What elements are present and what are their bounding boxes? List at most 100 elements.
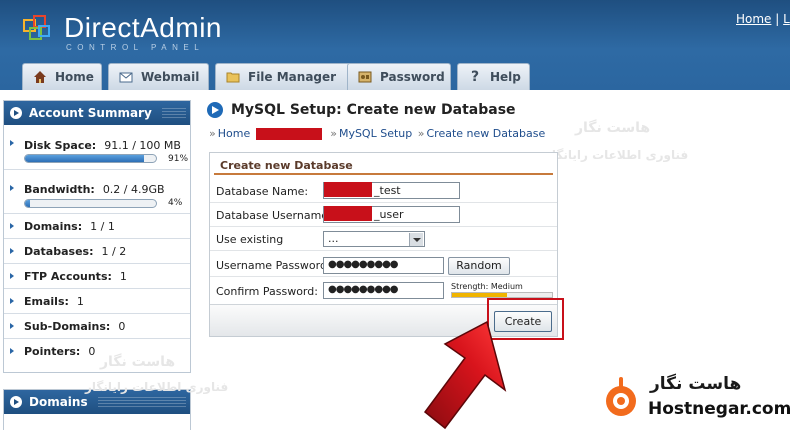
row-database-username: Database Username: _user: [210, 203, 557, 227]
bullet-icon: [10, 348, 14, 354]
sub-domains-label: Sub-Domains:: [24, 320, 111, 333]
envelope-icon: [119, 72, 133, 83]
pointers-value: 0: [88, 345, 96, 358]
summary-databases[interactable]: Databases: 1 / 2: [4, 238, 190, 263]
hostnegar-brand: هاست نگار Hostnegar.com: [598, 372, 790, 424]
username-password-input[interactable]: ●●●●●●●●●: [323, 257, 444, 274]
emails-value: 1: [76, 295, 84, 308]
domains-panel: Domains: [3, 389, 191, 430]
top-links: Home | L: [736, 12, 790, 26]
key-icon: [358, 71, 372, 83]
chevron-down-icon: [409, 233, 423, 246]
summary-ftp-accounts[interactable]: FTP Accounts: 1: [4, 263, 190, 288]
bullet-icon: [10, 140, 14, 146]
watermark-name: هاست نگار: [575, 120, 651, 136]
tab-file-manager-label: File Manager: [248, 70, 337, 84]
databases-value: 1 / 2: [101, 245, 127, 258]
logo-subtitle: CONTROL PANEL: [66, 43, 205, 52]
top-link-logout[interactable]: L: [783, 12, 790, 26]
account-summary-title: Account Summary: [29, 106, 152, 120]
sub-domains-value: 0: [118, 320, 126, 333]
username-password-value: ●●●●●●●●●: [328, 259, 399, 270]
breadcrumb-create[interactable]: Create new Database: [426, 127, 545, 140]
hostnegar-logo-icon: [606, 377, 636, 416]
random-button[interactable]: Random: [448, 257, 510, 275]
tab-password-label: Password: [380, 70, 445, 84]
confirm-password-label: Confirm Password:: [216, 285, 318, 298]
bullet-icon: [10, 323, 14, 329]
page-title-text: MySQL Setup: Create new Database: [231, 102, 516, 118]
confirm-password-value: ●●●●●●●●●: [328, 284, 399, 295]
header-stripes: [161, 108, 186, 118]
brand-name-persian: هاست نگار: [650, 374, 742, 394]
tab-webmail-label: Webmail: [141, 70, 200, 84]
confirm-password-input[interactable]: ●●●●●●●●●: [323, 282, 444, 299]
watermark-tagline: فناوری اطلاعات رایانگار: [545, 148, 689, 162]
username-password-label: Username Password:: [216, 259, 331, 272]
use-existing-label: Use existing: [216, 233, 284, 246]
brand-name-english: Hostnegar.com: [648, 399, 790, 419]
summary-bandwidth: Bandwidth: 0.2 / 4.9GB 4%: [4, 169, 190, 213]
ftp-accounts-value: 1: [119, 270, 127, 283]
account-summary-header: Account Summary: [4, 101, 190, 125]
bandwidth-bar: [24, 199, 157, 208]
row-use-existing: Use existing ...: [210, 227, 557, 251]
disk-space-value: 91.1 / 100 MB: [104, 139, 181, 152]
page-title: MySQL Setup: Create new Database: [207, 102, 516, 118]
tab-help[interactable]: ? Help: [457, 63, 530, 90]
strength-bar-fill: [452, 293, 507, 297]
title-arrow-icon: [207, 102, 223, 118]
summary-domains[interactable]: Domains: 1 / 1: [4, 213, 190, 238]
watermark-tagline-left: فناوری اطلاعات رایانگار: [85, 380, 229, 394]
breadcrumb-sep: »: [417, 127, 425, 140]
tab-home-label: Home: [55, 70, 94, 84]
emails-label: Emails:: [24, 295, 69, 308]
breadcrumb-sep: »: [330, 127, 337, 140]
strength-label: Strength: Medium: [451, 282, 523, 291]
bullet-icon: [10, 273, 14, 279]
disk-space-label: Disk Space:: [24, 139, 97, 152]
tab-home[interactable]: Home: [22, 63, 102, 90]
tab-password[interactable]: Password: [347, 63, 451, 90]
logo-title: DirectAdmin: [64, 12, 222, 43]
account-summary-list: Disk Space: 91.1 / 100 MB 91% Bandwidth: 0…: [4, 125, 190, 363]
bullet-icon: [10, 298, 14, 304]
bandwidth-bar-fill: [25, 200, 31, 207]
top-link-home[interactable]: Home: [736, 12, 771, 26]
disk-space-bar-fill: [25, 155, 145, 162]
disk-space-bar: [24, 154, 157, 163]
panel-arrow-icon: [10, 107, 22, 119]
breadcrumb: » Home» MySQL Setup » Create new Database: [207, 127, 545, 140]
breadcrumb-home[interactable]: Home: [218, 127, 250, 140]
bullet-icon: [10, 223, 14, 229]
tab-webmail[interactable]: Webmail: [108, 63, 209, 90]
tab-help-label: Help: [490, 70, 521, 84]
form-title: Create new Database: [214, 153, 553, 175]
folder-icon: [226, 72, 240, 83]
domains-label: Domains:: [24, 220, 83, 233]
bullet-icon: [10, 185, 14, 191]
header-stripes: [97, 397, 186, 407]
bandwidth-percent: 4%: [168, 198, 183, 208]
summary-sub-domains[interactable]: Sub-Domains: 0: [4, 313, 190, 338]
logo-cubes-icon: [23, 15, 50, 40]
disk-space-text: Disk Space: 91.1 / 100 MB: [24, 139, 181, 152]
bandwidth-text: Bandwidth: 0.2 / 4.9GB: [24, 183, 165, 196]
row-username-password: Username Password: ●●●●●●●●● Random: [210, 253, 557, 277]
account-summary-panel: Account Summary Disk Space: 91.1 / 100 MB…: [3, 100, 191, 373]
summary-emails[interactable]: Emails: 1: [4, 288, 190, 313]
question-icon: ?: [470, 69, 480, 85]
domains-value: 1 / 1: [90, 220, 115, 233]
bandwidth-value: 0.2 / 4.9GB: [102, 183, 165, 196]
database-username-label: Database Username:: [216, 209, 332, 222]
domains-title: Domains: [29, 395, 88, 409]
breadcrumb-mysql-setup[interactable]: MySQL Setup: [339, 127, 412, 140]
tab-file-manager[interactable]: File Manager: [215, 63, 363, 90]
top-header: DirectAdmin CONTROL PANEL Home | L Home …: [0, 0, 790, 90]
row-database-name: Database Name: _test: [210, 179, 557, 203]
breadcrumb-redacted: [256, 128, 323, 140]
disk-space-percent: 91%: [168, 154, 189, 164]
database-username-suffix: _user: [374, 208, 404, 221]
pointer-arrow-icon: [423, 320, 507, 430]
use-existing-select[interactable]: ...: [323, 231, 425, 247]
